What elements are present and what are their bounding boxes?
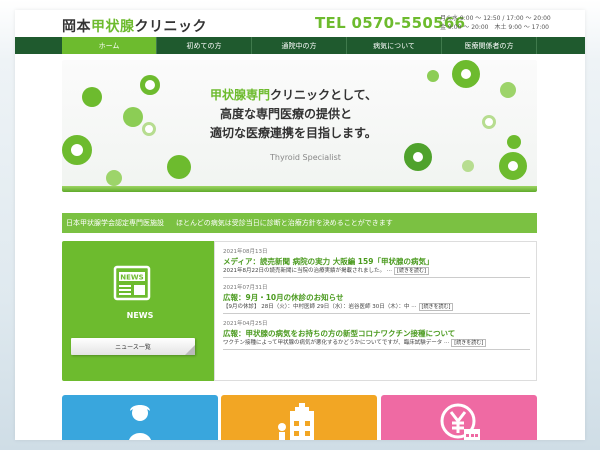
card-hospital[interactable] [221, 395, 377, 440]
yen-calendar-icon [440, 403, 480, 440]
read-more-link[interactable]: [続きを読む] [418, 303, 454, 311]
info-banner: 日本甲状腺学会認定専門医施設 ほとんどの病気は受診当日に診断と治療方針を決めるこ… [62, 213, 537, 233]
news-excerpt: 【9月の休診】 28日（火）：中村医師 29日（水）：岩谷医師 30日（木）：中… [223, 303, 530, 314]
clinic-logo[interactable]: 岡本甲状腺クリニック [62, 16, 207, 36]
decor-dot [106, 170, 122, 186]
card-first-visit[interactable] [62, 395, 218, 440]
news-excerpt: ワクチン接種によって甲状腺の病気が悪化するかどうかについてですが、臨床試験データ… [223, 339, 530, 350]
banner-message: ほとんどの病気は受診当日に診断と治療方針を決めることができます [176, 219, 393, 227]
decor-dot [427, 70, 439, 82]
person-icon [128, 405, 152, 440]
news-list: 2021年08月13日 メディア：読売新聞 病院の実力 大阪編 159「甲状腺の… [214, 241, 537, 381]
news-excerpt-text: 2021年8月22日の読売新聞に当院の治療実績が掲載されました。 ··· [223, 268, 392, 274]
decor-dot [452, 60, 480, 88]
opening-hours: 月火水 9:00 ～ 12:50 / 17:00 ～ 20:00 金 9:00 … [440, 14, 551, 32]
news-item: 2021年04月25日 広報：甲状腺の病気をお持ちの方の新型コロナワクチン接種に… [223, 320, 530, 350]
hero-headline: 甲状腺専門クリニックとして、 高度な専門医療の提供と 適切な医療連携を目指します… [210, 86, 377, 143]
read-more-link[interactable]: [続きを読む] [394, 267, 429, 275]
hero-line-3: 適切な医療連携を目指します。 [210, 126, 377, 140]
read-more-link[interactable]: [続きを読む] [451, 339, 487, 347]
hero-banner: 甲状腺専門クリニックとして、 高度な専門医療の提供と 適切な医療連携を目指します… [62, 60, 537, 192]
hero-line-1: クリニックとして、 [270, 88, 378, 102]
hours-line-2: 金 9:00 ～ 20:00 木土 9:00 ～ 17:00 [440, 24, 549, 31]
news-date: 2021年07月31日 [223, 285, 268, 291]
news-item: 2021年08月13日 メディア：読売新聞 病院の実力 大阪編 159「甲状腺の… [223, 248, 530, 278]
decor-dot [482, 115, 496, 129]
news-title-link[interactable]: メディア：読売新聞 病院の実力 大阪編 159「甲状腺の病気」 [223, 256, 530, 267]
decor-dot [404, 143, 432, 171]
news-title-link[interactable]: 広報：甲状腺の病気をお持ちの方の新型コロナワクチン接種について [223, 328, 530, 339]
news-item: 2021年07月31日 広報：9月・10月の休診のお知らせ 【9月の休診】 28… [223, 284, 530, 314]
news-excerpt-text: 【9月の休診】 28日（火）：中村医師 29日（水）：岩谷医師 30日（木）：中… [223, 304, 417, 310]
decor-dot [499, 152, 527, 180]
news-excerpt-text: ワクチン接種によって甲状腺の病気が悪化するかどうかについてですが、臨床試験データ… [223, 340, 450, 346]
hospital-icon [278, 403, 314, 440]
nav-item-current-patients[interactable]: 通院中の方 [252, 37, 347, 54]
news-list-button[interactable]: ニュース一覧 [71, 338, 195, 355]
header: 岡本甲状腺クリニック TEL 0570-550566 月火水 9:00 ～ 12… [15, 10, 585, 37]
card-fees[interactable] [381, 395, 537, 440]
nav-item-medical-professionals[interactable]: 医療関係者の方 [442, 37, 537, 54]
hours-line-1: 月火水 9:00 ～ 12:50 / 17:00 ～ 20:00 [440, 15, 551, 22]
hero-line-1-accent: 甲状腺専門 [210, 88, 271, 102]
decor-dot [62, 135, 92, 165]
decor-dot [142, 122, 156, 136]
banner-certification: 日本甲状腺学会認定専門医施設 [66, 219, 164, 227]
decor-dot [167, 155, 191, 179]
news-label: NEWS [126, 311, 154, 320]
nav-item-first-visit[interactable]: 初めての方 [157, 37, 252, 54]
logo-text-pre: 岡本 [62, 19, 91, 35]
decor-dot [82, 87, 102, 107]
decor-dot [462, 160, 474, 172]
hero-bottom-bar [62, 186, 537, 192]
nav-item-diseases[interactable]: 病気について [347, 37, 442, 54]
news-excerpt: 2021年8月22日の読売新聞に当院の治療実績が掲載されました。 ··· [続きを… [223, 267, 530, 278]
logo-text-accent: 甲状腺 [91, 19, 135, 35]
page: 岡本甲状腺クリニック TEL 0570-550566 月火水 9:00 ～ 12… [15, 10, 585, 440]
newspaper-icon-text: NEWS [120, 274, 143, 282]
decor-dot [500, 82, 516, 98]
logo-text-post: クリニック [134, 19, 207, 35]
nav-item-home[interactable]: ホーム [62, 37, 157, 54]
news-date: 2021年08月13日 [223, 249, 268, 255]
news-panel: NEWS NEWS ニュース一覧 [62, 241, 218, 381]
main-nav: ホーム 初めての方 通院中の方 病気について 医療関係者の方 [15, 37, 585, 54]
news-title-link[interactable]: 広報：9月・10月の休診のお知らせ [223, 292, 530, 303]
decor-dot [507, 135, 521, 149]
newspaper-icon: NEWS [113, 265, 151, 301]
decor-dot [123, 107, 143, 127]
hero-line-2: 高度な専門医療の提供と [220, 107, 353, 121]
news-date: 2021年04月25日 [223, 321, 268, 327]
hero-subtitle: Thyroid Specialist [270, 153, 341, 162]
decor-dot [140, 75, 160, 95]
